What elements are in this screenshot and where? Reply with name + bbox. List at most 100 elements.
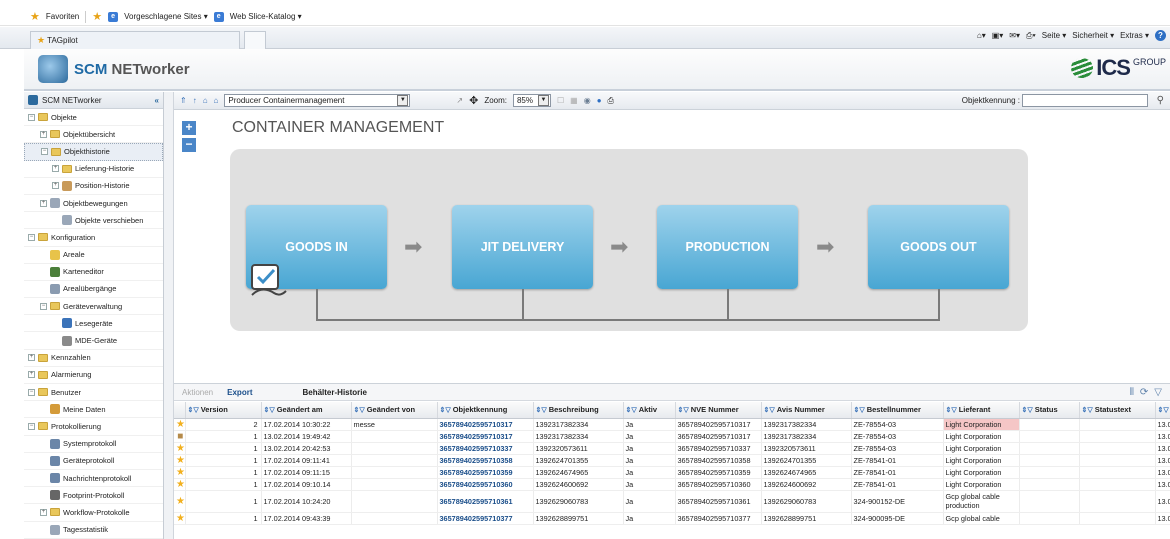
mail-icon[interactable]: ✉▾ bbox=[1009, 31, 1020, 40]
table-row[interactable]: ★ 2 17.02.2014 10:30:22 messe 36578940259571… bbox=[174, 418, 1170, 431]
tools-menu[interactable]: Extras ▾ bbox=[1120, 31, 1149, 40]
sidebar-item[interactable]: + Position-Historie bbox=[24, 178, 163, 195]
collapse-sidebar-button[interactable]: « bbox=[155, 96, 159, 105]
column-header[interactable]: ⇕▽ Geändert von bbox=[351, 402, 438, 419]
sort-filter-icon[interactable]: ⇕▽ bbox=[854, 407, 867, 414]
refresh-icon[interactable]: ⟳ bbox=[1140, 387, 1148, 398]
column-header[interactable]: ⇕▽ NVE Nummer bbox=[675, 402, 762, 419]
step-goods-out[interactable]: GOODS OUT bbox=[868, 205, 1009, 289]
page-menu[interactable]: Seite ▾ bbox=[1042, 31, 1066, 40]
home-icon[interactable]: ⌂ bbox=[203, 96, 208, 105]
step-production[interactable]: PRODUCTION bbox=[657, 205, 798, 289]
column-header[interactable]: ⇕▽ Objektkennung bbox=[437, 402, 534, 419]
actions-menu[interactable]: Aktionen bbox=[182, 388, 213, 397]
sidebar-item[interactable]: Lesegeräte bbox=[24, 315, 163, 333]
collapse-toggle-icon[interactable]: − bbox=[28, 233, 35, 241]
home-alt-icon[interactable]: ⌂ bbox=[214, 96, 219, 105]
expand-toggle-icon[interactable]: + bbox=[40, 199, 47, 207]
expand-toggle-icon[interactable]: + bbox=[52, 182, 59, 190]
sidebar-item[interactable]: Tagesstatistik bbox=[24, 522, 163, 539]
sidebar-item[interactable]: Objekte verschieben bbox=[24, 212, 163, 230]
security-menu[interactable]: Sicherheit ▾ bbox=[1072, 31, 1114, 40]
sidebar-item[interactable]: Nachrichtenprotokoll bbox=[24, 470, 163, 488]
zoom-select[interactable]: 85% ▼ bbox=[512, 94, 551, 107]
column-header[interactable]: ⇕▽ Geändert am bbox=[261, 402, 352, 419]
column-header[interactable]: ⇕▽ Lieferant bbox=[943, 402, 1020, 419]
collapse-toggle-icon[interactable]: − bbox=[28, 113, 35, 121]
sidebar-item[interactable]: + Alarmierung bbox=[24, 367, 163, 384]
column-header[interactable]: ⇕▽ Avis Nummer bbox=[761, 402, 852, 419]
column-header[interactable]: ⇕▽ Bestellnummer bbox=[851, 402, 944, 419]
expand-toggle-icon[interactable]: + bbox=[40, 130, 47, 138]
sort-filter-icon[interactable]: ⇕▽ bbox=[1022, 407, 1035, 414]
column-header[interactable]: ⇕▽ Statustext bbox=[1079, 402, 1156, 419]
sidebar-splitter[interactable] bbox=[164, 92, 174, 539]
pointer-icon[interactable]: ↗ bbox=[456, 96, 463, 105]
sort-filter-icon[interactable]: ⇕▽ bbox=[1158, 407, 1170, 414]
collapse-toggle-icon[interactable]: − bbox=[41, 148, 48, 156]
zoom-out-button[interactable]: − bbox=[182, 138, 196, 152]
sort-filter-icon[interactable]: ⇕▽ bbox=[354, 407, 367, 414]
zoom-in-button[interactable]: + bbox=[182, 121, 196, 135]
sidebar-item[interactable]: Footprint-Protokoll bbox=[24, 487, 163, 505]
column-header[interactable]: ⇕▽ Status bbox=[1019, 402, 1080, 419]
feeds-icon[interactable]: ▣▾ bbox=[992, 31, 1004, 40]
process-select[interactable]: Producer Containermanagement ▼ bbox=[224, 94, 411, 107]
sidebar-item[interactable]: − Konfiguration bbox=[24, 229, 163, 247]
sort-filter-icon[interactable]: ⇕▽ bbox=[678, 407, 691, 414]
search-icon[interactable]: ⚲ bbox=[1157, 95, 1164, 106]
export-button[interactable]: Export bbox=[227, 388, 252, 397]
sidebar-item[interactable]: Karteneditor bbox=[24, 264, 163, 281]
sidebar-item[interactable]: − Objekthistorie bbox=[24, 143, 163, 161]
sort-filter-icon[interactable]: ⇕▽ bbox=[188, 407, 201, 414]
column-header[interactable]: ⇕▽ Ge bbox=[1155, 402, 1170, 419]
add-favorite-icon[interactable]: ★ bbox=[92, 10, 102, 23]
column-header[interactable]: ⇕▽ Beschreibung bbox=[533, 402, 624, 419]
sidebar-item[interactable]: + Objektbewegungen bbox=[24, 195, 163, 213]
table-row[interactable]: ★ 1 17.02.2014 09:11:41 365789402595710358 1… bbox=[174, 454, 1170, 467]
chevron-down-icon[interactable]: ▼ bbox=[397, 95, 409, 106]
sidebar-item[interactable]: − Geräteverwaltung bbox=[24, 298, 163, 316]
expand-toggle-icon[interactable]: + bbox=[28, 354, 35, 362]
table-row[interactable]: ★ 1 17.02.2014 10:24:20 365789402595710361 1… bbox=[174, 490, 1170, 513]
fit-icon[interactable]: ◉ bbox=[584, 96, 591, 105]
table-row[interactable]: ■ 1 13.02.2014 19:49:42 365789402595710317 1… bbox=[174, 430, 1170, 443]
fav-item-web-slice[interactable]: Web Slice-Katalog ▾ bbox=[230, 12, 302, 21]
sort-filter-icon[interactable]: ⇕▽ bbox=[440, 407, 453, 414]
favorites-button[interactable]: Favoriten bbox=[46, 12, 79, 21]
sort-filter-icon[interactable]: ⇕▽ bbox=[946, 407, 959, 414]
expand-toggle-icon[interactable]: + bbox=[28, 371, 35, 379]
sidebar-item[interactable]: Arealübergänge bbox=[24, 281, 163, 299]
print-icon[interactable]: ⎙▾ bbox=[1026, 31, 1036, 41]
browser-tab[interactable]: ★ TAGpilot bbox=[30, 31, 240, 49]
collapse-toggle-icon[interactable]: − bbox=[28, 388, 35, 396]
sidebar-item[interactable]: − Protokollierung bbox=[24, 418, 163, 436]
print-icon[interactable]: ⎙ bbox=[608, 96, 614, 106]
globe-icon[interactable]: ● bbox=[597, 96, 602, 105]
grid-icon[interactable]: ▦ bbox=[570, 96, 578, 105]
columns-icon[interactable]: ⫴ bbox=[1130, 387, 1134, 398]
fav-item-suggested-sites[interactable]: Vorgeschlagene Sites ▾ bbox=[124, 12, 208, 21]
step-jit-delivery[interactable]: JIT DELIVERY bbox=[452, 205, 593, 289]
sort-filter-icon[interactable]: ⇕▽ bbox=[536, 407, 549, 414]
favorites-star-icon[interactable]: ★ bbox=[30, 10, 40, 23]
sidebar-item[interactable]: + Kennzahlen bbox=[24, 350, 163, 367]
sidebar-item[interactable]: − Objekte bbox=[24, 109, 163, 127]
expand-toggle-icon[interactable]: + bbox=[40, 508, 47, 516]
table-row[interactable]: ★ 1 17.02.2014 09:43:39 365789402595710377 1… bbox=[174, 512, 1170, 525]
sidebar-item[interactable]: + Objektübersicht bbox=[24, 126, 163, 144]
sidebar-item[interactable]: MDE-Geräte bbox=[24, 332, 163, 350]
sort-filter-icon[interactable]: ⇕▽ bbox=[626, 407, 639, 414]
sidebar-item[interactable]: + Lieferung-Historie bbox=[24, 161, 163, 178]
checkbox-icon[interactable]: ☐ bbox=[557, 96, 564, 105]
collapse-toggle-icon[interactable]: − bbox=[28, 422, 35, 430]
sort-filter-icon[interactable]: ⇕▽ bbox=[1082, 407, 1095, 414]
column-header[interactable]: ⇕▽ Version bbox=[185, 402, 262, 419]
checklist-card-icon[interactable] bbox=[248, 259, 290, 301]
object-id-input[interactable] bbox=[1022, 94, 1148, 107]
filter-icon[interactable]: ▽ bbox=[1154, 387, 1162, 398]
new-tab-button[interactable] bbox=[244, 31, 266, 49]
sidebar-item[interactable]: Meine Daten bbox=[24, 401, 163, 419]
help-icon[interactable]: ? bbox=[1155, 30, 1166, 41]
sidebar-item[interactable]: Areale bbox=[24, 247, 163, 264]
